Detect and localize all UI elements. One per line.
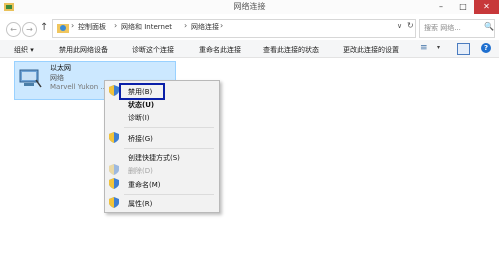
breadcrumb-separator: › [71, 21, 75, 30]
disable-device-button[interactable]: 禁用此网络设备 [59, 45, 108, 55]
breadcrumb-network-connections[interactable]: 网络连接 [191, 22, 219, 32]
menu-item-properties[interactable]: 属性(R) [128, 199, 152, 209]
refresh-icon[interactable]: ↻ [407, 21, 414, 30]
menu-item-bridge[interactable]: 桥接(G) [128, 134, 153, 144]
search-icon[interactable]: 🔍 [484, 22, 494, 31]
search-placeholder: 搜索 网络... [424, 24, 461, 32]
menu-item-status[interactable]: 状态(U) [128, 100, 154, 110]
menu-separator [124, 148, 214, 149]
menu-separator [124, 194, 214, 195]
organize-button[interactable]: 组织 ▾ [14, 45, 34, 55]
rename-connection-button[interactable]: 重命名此连接 [199, 45, 241, 55]
menu-item-rename[interactable]: 重命名(M) [128, 180, 161, 190]
shield-icon [109, 164, 119, 175]
highlight-box [119, 83, 165, 100]
forward-button[interactable]: → [22, 22, 37, 37]
adapter-status: 网络 [50, 74, 64, 82]
control-panel-icon [57, 24, 69, 33]
breadcrumb-separator: › [220, 21, 224, 30]
preview-pane-icon[interactable] [457, 43, 470, 55]
menu-separator [124, 127, 214, 128]
view-status-button[interactable]: 查看此连接的状态 [263, 45, 319, 55]
shield-icon [109, 85, 119, 96]
change-settings-button[interactable]: 更改此连接的设置 [343, 45, 399, 55]
menu-item-create-shortcut[interactable]: 创建快捷方式(S) [128, 153, 180, 163]
view-options-icon[interactable]: ≡ [420, 43, 428, 53]
minimize-button[interactable]: – [430, 0, 452, 14]
window-title: 网络连接 [233, 2, 266, 11]
address-bar[interactable] [52, 19, 416, 38]
breadcrumb-network-internet[interactable]: 网络和 Internet [121, 22, 172, 32]
adapter-name: 以太网 [50, 64, 71, 72]
diagnose-connection-button[interactable]: 诊断这个连接 [132, 45, 174, 55]
shield-icon [109, 197, 119, 208]
menu-item-delete: 删除(D) [128, 167, 153, 175]
close-button[interactable]: ✕ [474, 0, 499, 14]
breadcrumb-separator: › [114, 21, 118, 30]
menu-item-diagnose[interactable]: 诊断(I) [128, 113, 150, 123]
adapter-device: Marvell Yukon ... [50, 83, 108, 91]
address-dropdown-icon[interactable]: ∨ [397, 22, 402, 30]
breadcrumb-control-panel[interactable]: 控制面板 [78, 22, 106, 32]
help-icon[interactable]: ? [481, 43, 491, 53]
shield-icon [109, 178, 119, 189]
view-dropdown-icon[interactable]: ▾ [437, 44, 440, 51]
network-adapter-icon [19, 69, 42, 88]
breadcrumb-separator: › [184, 21, 188, 30]
shield-icon [109, 132, 119, 143]
maximize-button[interactable]: □ [452, 0, 474, 14]
back-button[interactable]: ← [6, 22, 21, 37]
up-button[interactable]: ↑ [40, 22, 48, 33]
